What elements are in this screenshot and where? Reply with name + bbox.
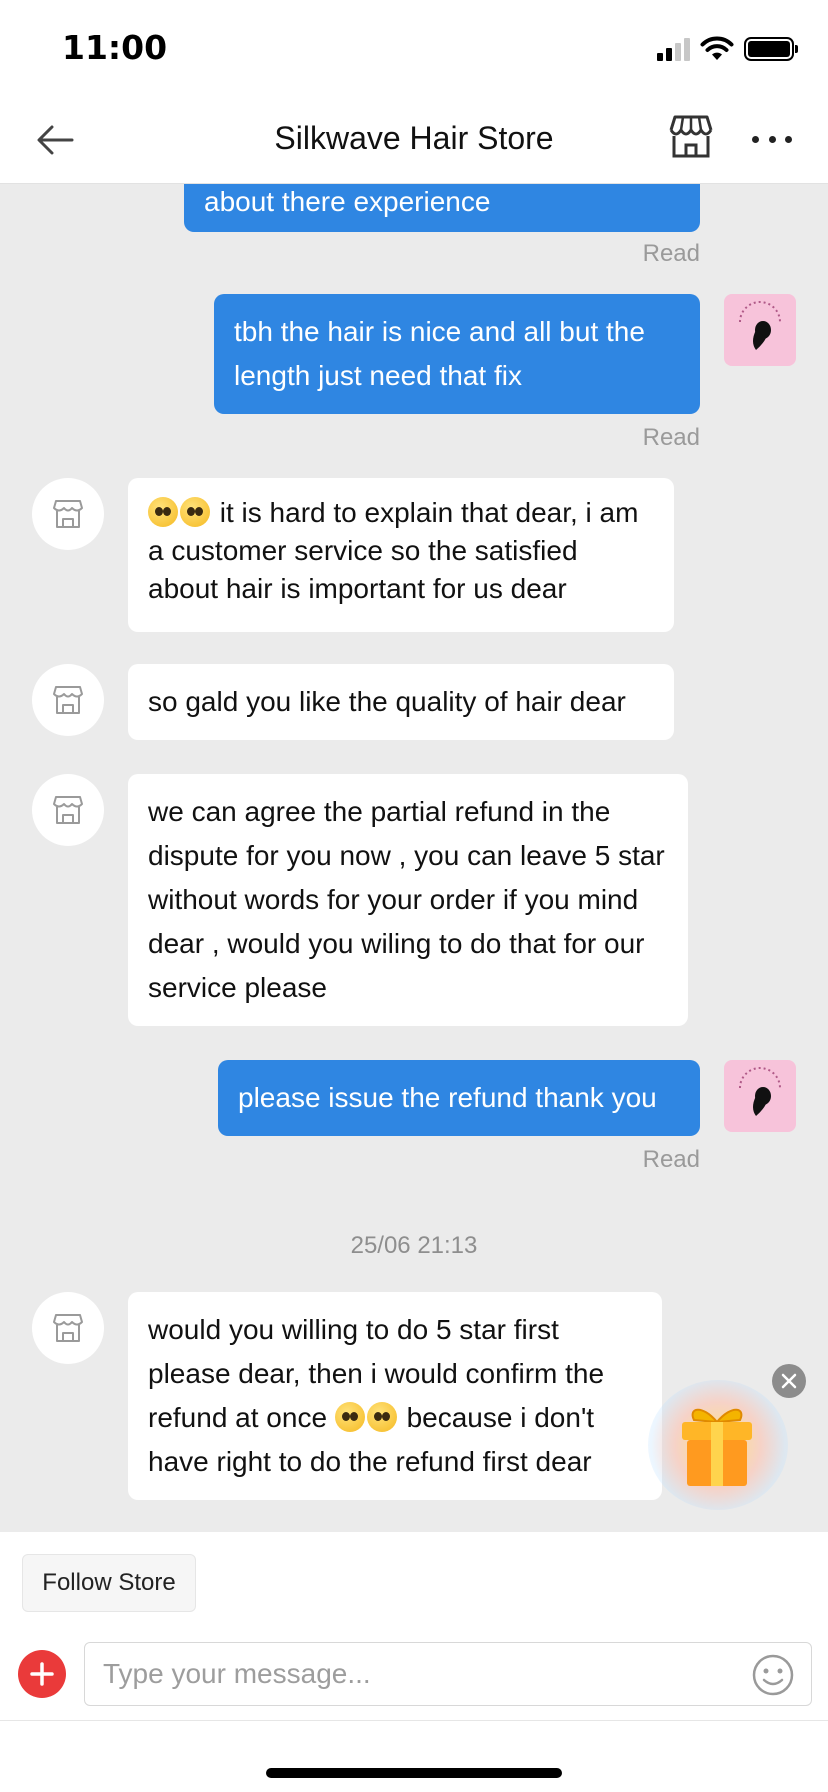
message-input[interactable] [103,1651,723,1697]
message-bubble-incoming[interactable]: so gald you like the quality of hair dea… [128,664,674,740]
storefront-icon [669,115,713,158]
chat-header: Silkwave Hair Store [0,96,828,184]
storefront-icon [53,796,83,824]
silhouette-icon [739,1067,781,1116]
timestamp: 25/06 21:13 [350,1232,478,1259]
storefront-icon [53,500,83,528]
silhouette-icon [739,301,781,350]
pleading-face-emoji [148,497,178,527]
more-button[interactable] [752,124,792,154]
follow-store-button[interactable]: Follow Store [22,1554,196,1612]
store-avatar[interactable] [32,478,104,550]
message-text: tbh the hair is nice and all but the len… [234,316,645,391]
store-avatar[interactable] [32,1292,104,1364]
status-bar: 11:00 [0,0,828,96]
message-text: please issue the refund thank you [238,1082,657,1113]
plus-icon [30,1662,54,1686]
status-icons [657,36,798,62]
pleading-face-emoji [334,1402,365,1432]
store-button[interactable] [666,112,716,162]
store-avatar[interactable] [32,664,104,736]
smiley-icon[interactable] [751,1653,795,1697]
bottom-bar: Follow Store [0,1532,828,1792]
message-text: we can agree the partial refund in the d… [148,796,665,1003]
message-bubble-outgoing[interactable]: tbh the hair is nice and all but the len… [214,294,700,414]
read-status: Read [642,1146,700,1173]
close-icon [781,1373,797,1389]
add-attachment-button[interactable] [18,1650,66,1698]
wifi-icon [700,36,734,60]
message-input-box[interactable] [84,1642,812,1706]
message-bubble-outgoing[interactable]: about there experience [184,184,700,232]
more-dot [785,135,792,143]
storefront-icon [53,1314,83,1342]
status-time: 11:00 [62,28,168,67]
message-bubble-incoming[interactable]: it is hard to explain that dear, i am a … [128,478,674,632]
divider [0,1720,828,1721]
more-dot [768,135,776,143]
read-status: Read [642,424,700,451]
user-avatar[interactable] [724,1060,796,1132]
pleading-face-emoji [366,1402,397,1432]
gift-icon [682,1408,752,1486]
chat-area[interactable]: about there experience Read tbh the hair… [0,184,828,1532]
home-indicator[interactable] [266,1768,562,1778]
user-avatar[interactable] [724,294,796,366]
message-bubble-outgoing[interactable]: please issue the refund thank you [218,1060,700,1136]
pleading-face-emoji [180,497,210,527]
store-avatar[interactable] [32,774,104,846]
read-status: Read [642,240,700,267]
battery-icon [744,37,798,61]
cellular-signal-icon [657,37,690,61]
storefront-icon [53,686,83,714]
message-bubble-incoming[interactable]: we can agree the partial refund in the d… [128,774,688,1026]
message-bubble-incoming[interactable]: would you willing to do 5 star first ple… [128,1292,662,1500]
close-gift-button[interactable] [772,1364,806,1398]
more-dot [752,135,759,143]
message-text: about there experience [204,186,491,217]
message-text: so gald you like the quality of hair dea… [148,686,626,717]
message-text: it is hard to explain that dear, i am a … [148,497,639,604]
gift-promo[interactable] [648,1380,788,1510]
